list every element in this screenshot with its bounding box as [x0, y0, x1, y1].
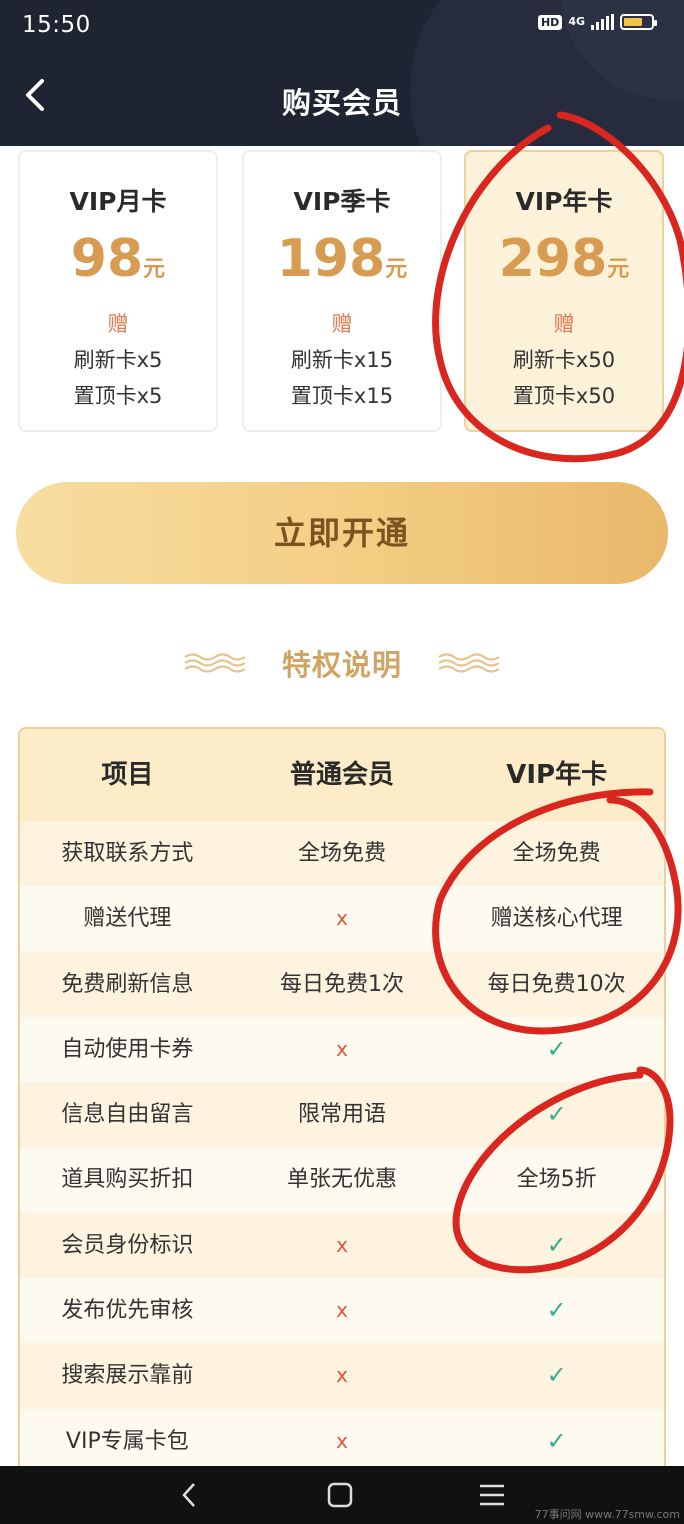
- status-icons: HD 4G: [537, 14, 657, 30]
- table-row: 发布优先审核 x ✓: [20, 1278, 664, 1344]
- network-type: 4G: [568, 15, 585, 28]
- system-menu-button[interactable]: [472, 1480, 512, 1510]
- vip-cell: 全场5折: [516, 1167, 597, 1193]
- open-now-button[interactable]: 立即开通: [16, 482, 668, 584]
- row-item-label: VIP专属卡包: [65, 1428, 189, 1454]
- normal-member-cell: 单张无优惠: [287, 1167, 398, 1193]
- plan-price: 198元: [244, 230, 440, 300]
- wave-decoration-icon: [438, 653, 500, 673]
- row-item-label: 获取联系方式: [61, 841, 194, 866]
- system-nav-bar: 77事问网 www.77smw.com: [0, 1466, 684, 1524]
- table-row: 获取联系方式 全场免费 全场免费: [20, 821, 664, 887]
- price-unit: 元: [143, 257, 166, 282]
- normal-member-cell: x: [336, 1298, 348, 1323]
- header-bar: 15:50 HD 4G 购买会员: [0, 0, 684, 146]
- watermark: 77事问网 www.77smw.com: [534, 1508, 680, 1521]
- column-header: 普通会员: [290, 760, 395, 790]
- price-value: 198: [276, 229, 386, 289]
- vip-cell: 赠送核心代理: [490, 906, 623, 932]
- normal-member-cell: 限常用语: [298, 1102, 387, 1128]
- gift-refresh: 刷新卡x5: [73, 348, 163, 372]
- column-header: 项目: [101, 760, 154, 790]
- table-row: 搜索展示靠前 x ✓: [20, 1343, 664, 1409]
- table-body: 获取联系方式 全场免费 全场免费赠送代理 x 赠送核心代理免费刷新信息 每日免费1次 每日免…: [20, 821, 664, 1467]
- privileges-title: 特权说明: [281, 648, 402, 682]
- vip-cell: 每日免费10次: [487, 971, 626, 997]
- normal-member-cell: 每日免费1次: [280, 971, 404, 997]
- gift-top: 置顶卡x5: [73, 384, 163, 408]
- row-item-label: 自动使用卡券: [61, 1036, 194, 1062]
- price-unit: 元: [607, 257, 630, 282]
- gift-refresh: 刷新卡x15: [290, 348, 394, 372]
- normal-member-cell: x: [336, 906, 348, 931]
- gift-top: 置顶卡x15: [290, 384, 394, 408]
- normal-member-cell: 全场免费: [298, 841, 387, 866]
- gift-top: 置顶卡x50: [512, 384, 616, 408]
- vip-cell: ✓: [546, 1230, 567, 1259]
- normal-member-cell: x: [336, 1036, 348, 1061]
- vip-cell: ✓: [546, 1100, 567, 1129]
- table-row: 会员身份标识 x ✓: [20, 1212, 664, 1279]
- plan-name: VIP年卡: [515, 187, 613, 216]
- price-unit: 元: [385, 257, 408, 282]
- vip-cell: ✓: [546, 1034, 567, 1063]
- vip-cell: ✓: [546, 1426, 567, 1455]
- back-triangle-icon: [182, 1483, 195, 1507]
- hd-badge: HD: [537, 14, 563, 30]
- privileges-heading: 特权说明: [0, 642, 684, 684]
- gift-label: 赠: [107, 312, 129, 336]
- signal-icon: [591, 14, 614, 30]
- privilege-table: 项目 普通会员 VIP年卡 获取联系方式 全场免费 全场免费赠送代理 x 赠送核心代理免…: [18, 727, 666, 1467]
- vip-cell: ✓: [546, 1296, 567, 1325]
- row-item-label: 信息自由留言: [61, 1102, 194, 1128]
- home-square-icon: [327, 1482, 353, 1508]
- status-time: 15:50: [22, 12, 91, 38]
- table-row: 自动使用卡券 x ✓: [20, 1016, 664, 1083]
- row-item-label: 免费刷新信息: [61, 971, 194, 997]
- row-item-label: 赠送代理: [83, 906, 172, 932]
- plan-name: VIP月卡: [69, 187, 167, 216]
- plan-price: 298元: [466, 230, 662, 300]
- table-row: VIP专属卡包 x ✓: [20, 1408, 664, 1467]
- table-row: 道具购买折扣 单张无优惠 全场5折: [20, 1147, 664, 1213]
- gift-label: 赠: [553, 312, 575, 336]
- row-item-label: 道具购买折扣: [61, 1167, 194, 1193]
- price-value: 298: [498, 229, 608, 289]
- gift-refresh: 刷新卡x50: [512, 348, 616, 372]
- plan-card-yearly[interactable]: VIP年卡 298元 赠 刷新卡x50 置顶卡x50: [464, 150, 664, 432]
- normal-member-cell: x: [336, 1428, 348, 1453]
- vip-cell: 全场免费: [512, 841, 601, 866]
- plan-name: VIP季卡: [293, 187, 391, 216]
- row-item-label: 会员身份标识: [61, 1232, 194, 1258]
- table-row: 赠送代理 x 赠送核心代理: [20, 886, 664, 952]
- vip-cell: ✓: [546, 1361, 567, 1390]
- system-back-button[interactable]: [170, 1480, 210, 1510]
- gift-label: 赠: [331, 312, 353, 336]
- normal-member-cell: x: [336, 1363, 348, 1388]
- table-header: 项目 普通会员 VIP年卡: [20, 729, 664, 821]
- page-title: 购买会员: [281, 86, 402, 120]
- status-bar: 15:50 HD 4G: [0, 0, 684, 52]
- plan-card-quarterly[interactable]: VIP季卡 198元 赠 刷新卡x15 置顶卡x15: [242, 150, 442, 432]
- system-home-button[interactable]: [320, 1480, 360, 1510]
- wave-decoration-icon: [184, 653, 246, 673]
- battery-icon: [620, 14, 657, 30]
- column-header: VIP年卡: [506, 760, 608, 790]
- plan-price: 98元: [20, 230, 216, 300]
- table-row: 信息自由留言 限常用语 ✓: [20, 1082, 664, 1148]
- price-value: 98: [70, 229, 144, 289]
- row-item-label: 搜索展示靠前: [61, 1363, 194, 1389]
- menu-lines-icon: [480, 1484, 504, 1506]
- plan-list: VIP月卡 98元 赠 刷新卡x5 置顶卡x5 VIP季卡 198元 赠 刷新卡…: [18, 150, 666, 434]
- table-row: 免费刷新信息 每日免费1次 每日免费10次: [20, 951, 664, 1017]
- row-item-label: 发布优先审核: [61, 1298, 194, 1324]
- plan-card-monthly[interactable]: VIP月卡 98元 赠 刷新卡x5 置顶卡x5: [18, 150, 218, 432]
- normal-member-cell: x: [336, 1232, 348, 1257]
